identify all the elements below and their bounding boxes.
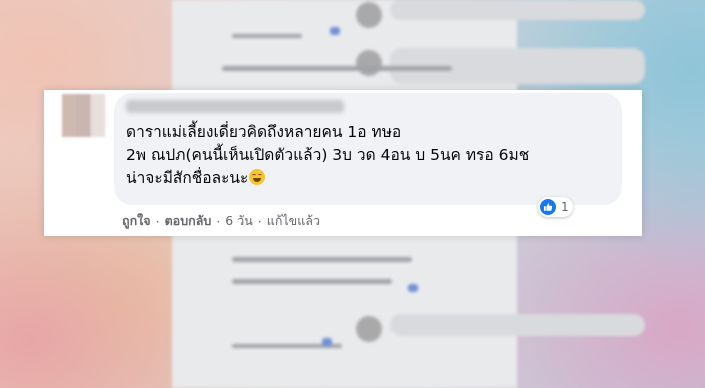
background-reaction-icon [330, 27, 340, 35]
background-avatar [356, 50, 382, 76]
background-reaction-icon [408, 284, 418, 292]
reaction-count: 1 [561, 200, 569, 214]
background-reaction-icon [322, 338, 332, 346]
background-meta [232, 34, 302, 38]
avatar[interactable] [62, 94, 105, 137]
comment-line-1: ดาราแม่เลี้ยงเดี่ยวคิดถึงหลายคน 1อ ทษอ [126, 123, 402, 141]
grinning-smile-emoji-icon [249, 169, 266, 185]
separator-dot: · [155, 213, 160, 229]
like-button[interactable]: ถูกใจ [122, 211, 151, 231]
comment-text: ดาราแม่เลี้ยงเดี่ยวคิดถึงหลายคน 1อ ทษอ 2… [126, 121, 616, 190]
background-text-line [232, 257, 412, 262]
comment-line-2: 2พ ณปภ(คนนี้เห็นเปิดตัวแล้ว) 3บ วด 4อน บ… [126, 146, 530, 164]
background-comment [356, 48, 666, 84]
background-text-line [222, 66, 452, 71]
comment-actions: ถูกใจ · ตอบกลับ · 6 วัน · แก้ไขแล้ว [122, 211, 320, 231]
background-comment [356, 0, 666, 30]
reply-button[interactable]: ตอบกลับ [165, 211, 212, 231]
background-avatar [356, 2, 382, 28]
background-comment [356, 314, 666, 344]
background-text-line [232, 279, 392, 284]
comment-bubble: ดาราแม่เลี้ยงเดี่ยวคิดถึงหลายคน 1อ ทษอ 2… [114, 93, 622, 205]
separator-dot: · [257, 213, 262, 229]
edited-label[interactable]: แก้ไขแล้ว [267, 211, 320, 231]
commenter-name-blurred[interactable] [126, 100, 344, 113]
reaction-summary[interactable]: 1 [538, 197, 573, 217]
comment-timestamp[interactable]: 6 วัน [225, 211, 253, 231]
like-thumb-icon [540, 199, 556, 215]
comment-card: ดาราแม่เลี้ยงเดี่ยวคิดถึงหลายคน 1อ ทษอ 2… [44, 90, 642, 236]
separator-dot: · [216, 213, 221, 229]
comment-line-3: น่าจะมีสักชื่อละนะ [126, 169, 249, 187]
background-bubble [390, 314, 645, 336]
background-bubble [390, 0, 645, 20]
background-avatar [356, 316, 382, 342]
